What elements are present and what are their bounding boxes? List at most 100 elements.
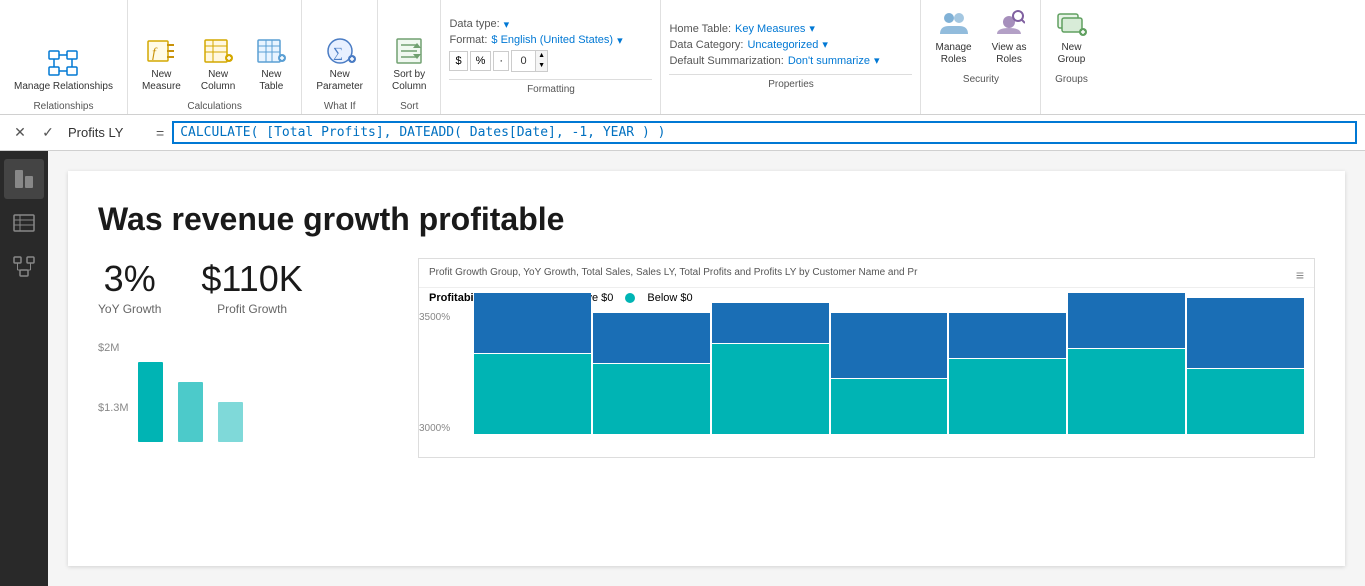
security-section: ManageRoles View asRoles Security — [921, 0, 1041, 114]
data-category-value[interactable]: Uncategorized — [747, 39, 818, 51]
formula-measure-name: Profits LY — [68, 125, 148, 140]
manage-roles-label: ManageRoles — [935, 42, 971, 66]
whatif-group-label: What If — [324, 101, 356, 114]
mini-bar-chart: $2M $1.3M — [98, 342, 348, 442]
ribbon-group-whatif: ∑ NewParameter What If — [302, 0, 378, 114]
view-as-roles-label: View asRoles — [992, 42, 1027, 66]
bar-blue-5 — [949, 313, 1066, 358]
decimal-spinner[interactable]: 0 ▲ ▼ — [511, 50, 548, 72]
bar-blue-2 — [593, 313, 710, 363]
chart-drag-icon[interactable]: ≡ — [1296, 267, 1304, 283]
format-dropdown-arrow[interactable]: ▾ — [617, 34, 623, 47]
home-table-arrow[interactable]: ▾ — [809, 22, 815, 35]
sort-items: Sort byColumn — [384, 31, 434, 97]
report-view-btn[interactable] — [4, 159, 44, 199]
chart-col-2 — [593, 313, 710, 434]
chart-col-6 — [1068, 293, 1185, 434]
new-table-button[interactable]: NewTable — [247, 31, 295, 97]
bar-teal-3 — [712, 344, 829, 434]
format-label: Format: — [449, 34, 487, 46]
chart-col-4 — [831, 313, 948, 434]
data-category-arrow[interactable]: ▾ — [822, 38, 828, 51]
bar-teal-6 — [1068, 349, 1185, 434]
decimal-down[interactable]: ▼ — [536, 61, 547, 71]
model-view-btn[interactable] — [4, 247, 44, 287]
bar-teal-4 — [831, 379, 948, 434]
formula-confirm-button[interactable]: ✓ — [36, 121, 60, 145]
formula-text: CALCULATE( [Total Profits], DATEADD( Dat… — [180, 125, 665, 140]
decimal-arrows[interactable]: ▲ ▼ — [536, 51, 547, 71]
properties-section: Home Table: Key Measures ▾ Data Category… — [661, 0, 921, 114]
chart-panel-header: Profit Growth Group, YoY Growth, Total S… — [419, 259, 1314, 288]
new-column-button[interactable]: NewColumn — [193, 31, 243, 97]
new-group-button[interactable]: NewGroup — [1047, 4, 1095, 70]
groups-section: NewGroup Groups — [1041, 0, 1101, 114]
percent-btn[interactable]: % — [470, 51, 492, 71]
bar-blue-4 — [831, 313, 948, 378]
format-controls: $ % · 0 ▲ ▼ — [449, 50, 548, 72]
default-summary-label: Default Summarization: — [669, 55, 783, 67]
ribbon-group-calculations: f NewMeasure — [128, 0, 302, 114]
bar-teal-1 — [474, 354, 591, 434]
security-items: ManageRoles View asRoles — [927, 4, 1034, 70]
new-parameter-icon: ∑ — [324, 35, 356, 67]
new-column-icon — [202, 35, 234, 67]
new-measure-button[interactable]: f NewMeasure — [134, 31, 189, 97]
data-view-btn[interactable] — [4, 203, 44, 243]
formula-cancel-button[interactable]: ✕ — [8, 121, 32, 145]
ribbon-group-relationships: Manage Relationships Relationships — [0, 0, 128, 114]
sort-by-column-button[interactable]: Sort byColumn — [384, 31, 434, 97]
bar-teal-7 — [1187, 369, 1304, 434]
kpi-section: 3% YoY Growth $110K Profit Growth $2M $1… — [98, 258, 398, 442]
kpi-profit-value: $110K — [201, 258, 302, 300]
format-dropdown[interactable]: $ English (United States) — [491, 34, 613, 46]
kpi-profit-label: Profit Growth — [217, 302, 287, 316]
default-summary-value[interactable]: Don't summarize — [788, 55, 870, 67]
manage-relationships-label: Manage Relationships — [14, 81, 113, 93]
default-summary-row: Default Summarization: Don't summarize ▾ — [669, 54, 912, 67]
new-group-icon — [1055, 8, 1087, 40]
whatif-items: ∑ NewParameter — [308, 31, 371, 97]
kpi-card-yoy: 3% YoY Growth — [98, 258, 161, 316]
bar-blue-3 — [712, 303, 829, 343]
decimal-up[interactable]: ▲ — [536, 51, 547, 61]
bar-blue-7 — [1187, 298, 1304, 368]
separator-btn[interactable]: · — [493, 51, 509, 71]
currency-symbol-btn[interactable]: $ — [449, 51, 467, 71]
kpi-card-profit: $110K Profit Growth — [201, 258, 302, 316]
view-as-roles-button[interactable]: View asRoles — [984, 4, 1035, 70]
ribbon-tabs: Manage Relationships Relationships f — [0, 0, 1365, 114]
kpi-yoy-label: YoY Growth — [98, 302, 161, 316]
bar-teal-2 — [593, 364, 710, 434]
new-parameter-label: NewParameter — [316, 69, 363, 93]
manage-roles-button[interactable]: ManageRoles — [927, 4, 979, 70]
groups-label: Groups — [1047, 74, 1095, 87]
sort-group-label: Sort — [400, 101, 418, 114]
datatype-row: Data type: ▾ — [449, 18, 652, 31]
data-category-row: Data Category: Uncategorized ▾ — [669, 38, 912, 51]
default-summary-arrow[interactable]: ▾ — [874, 54, 880, 67]
manage-relationships-icon — [47, 47, 79, 79]
formula-equals: = — [156, 125, 164, 141]
sort-by-column-icon — [393, 35, 425, 67]
properties-label: Properties — [669, 74, 912, 92]
y-label-top: 3500% — [419, 312, 450, 323]
relationships-group-label: Relationships — [33, 101, 93, 114]
y-label-mid: 3000% — [419, 423, 450, 434]
formula-input[interactable]: CALCULATE( [Total Profits], DATEADD( Dat… — [172, 121, 1357, 144]
formula-actions: ✕ ✓ — [8, 121, 60, 145]
view-as-roles-icon — [993, 8, 1025, 40]
security-label: Security — [927, 74, 1034, 87]
ribbon: Manage Relationships Relationships f — [0, 0, 1365, 115]
manage-relationships-button[interactable]: Manage Relationships — [6, 43, 121, 97]
datatype-dropdown[interactable]: ▾ — [504, 18, 510, 31]
kpi-cards: 3% YoY Growth $110K Profit Growth — [98, 258, 398, 316]
datatype-label: Data type: — [449, 18, 499, 30]
chart-body: 3500% 3000% — [419, 308, 1314, 438]
new-parameter-button[interactable]: ∑ NewParameter — [308, 31, 371, 97]
bar-teal-5 — [949, 359, 1066, 434]
chart-panel-title: Profit Growth Group, YoY Growth, Total S… — [429, 267, 917, 278]
manage-roles-icon — [938, 8, 970, 40]
home-table-value[interactable]: Key Measures — [735, 23, 805, 35]
new-group-label: NewGroup — [1058, 42, 1086, 66]
